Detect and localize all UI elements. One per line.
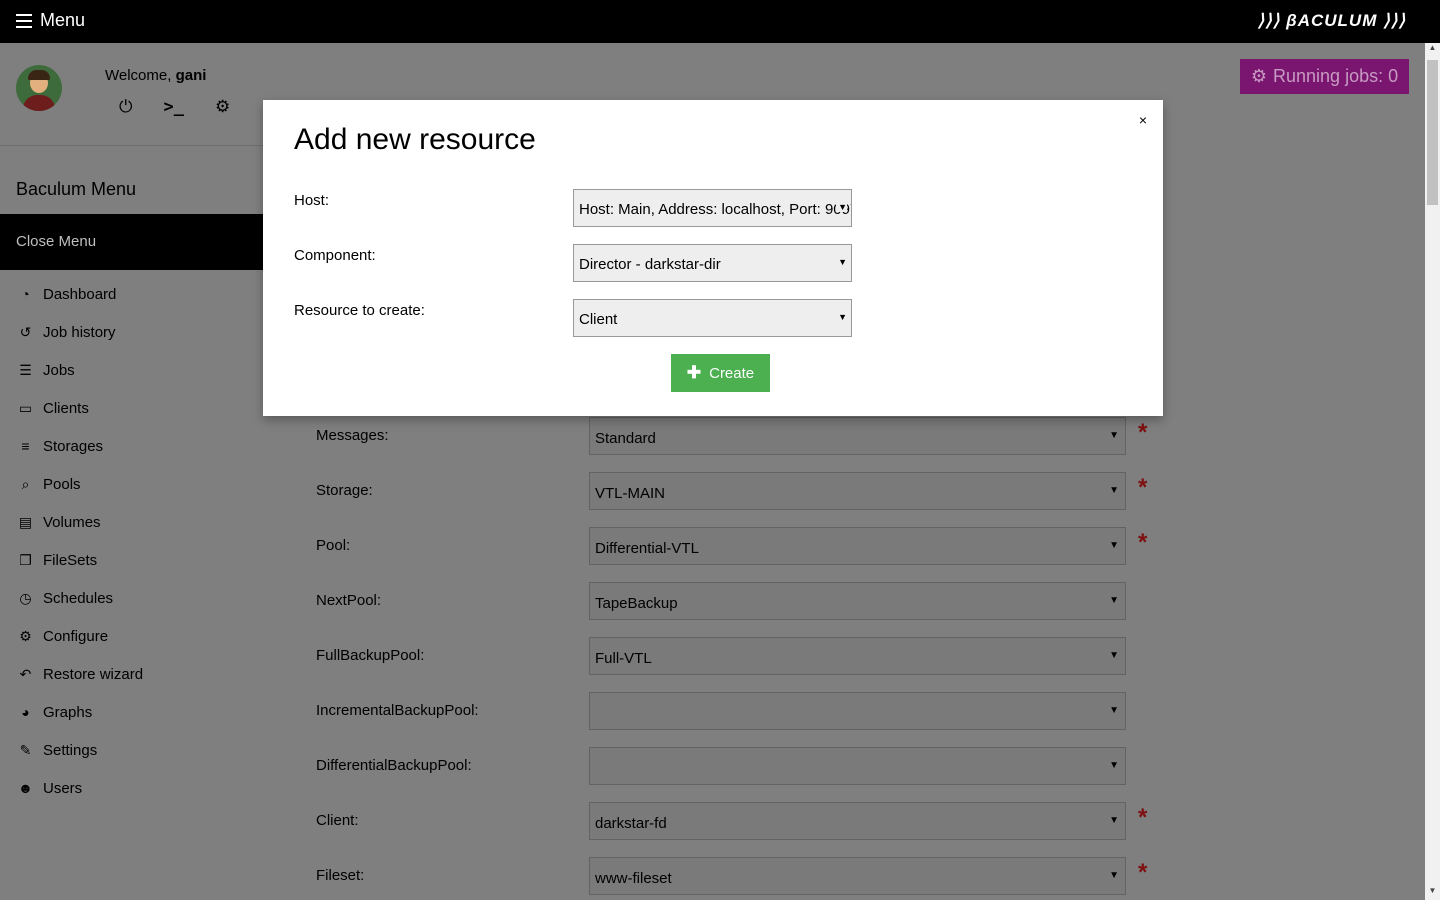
- close-menu-button[interactable]: Close Menu: [0, 214, 300, 270]
- database-icon: ≡: [21, 438, 30, 454]
- user-box: Welcome, gani ⏻ >_ ⚙: [0, 43, 300, 146]
- scroll-thumb[interactable]: [1427, 60, 1438, 205]
- chevron-down-icon: ▼: [1109, 760, 1119, 771]
- list-icon: ☰: [19, 361, 32, 378]
- sidebar-item-restore-wizard[interactable]: ↶ Restore wizard: [0, 655, 300, 693]
- form-row-nextpool: NextPool: TapeBackup ▼: [316, 582, 1156, 622]
- modal-title: Add new resource: [294, 123, 536, 156]
- host-select[interactable]: Host: Main, Address: localhost, Port: 90…: [573, 189, 852, 227]
- storage-select[interactable]: VTL-MAIN ▼: [589, 472, 1126, 510]
- form-row-client: Client: darkstar-fd ▼ *: [316, 802, 1156, 842]
- differentialbackuppool-select[interactable]: ▼: [589, 747, 1126, 785]
- chevron-down-icon: ▼: [1109, 815, 1119, 826]
- required-icon: *: [1138, 474, 1148, 501]
- incrementalbackuppool-select[interactable]: ▼: [589, 692, 1126, 730]
- chevron-down-icon: ▼: [1109, 430, 1119, 441]
- form-row-incrementalbackuppool: IncrementalBackupPool: ▼: [316, 692, 1156, 732]
- chevron-down-icon: ▼: [1109, 705, 1119, 716]
- required-icon: *: [1138, 419, 1148, 446]
- gear-icon[interactable]: ⚙: [215, 97, 230, 117]
- sidebar-item-schedules[interactable]: ◷ Schedules: [0, 579, 300, 617]
- sidebar-item-clients[interactable]: ▭ Clients: [0, 389, 300, 427]
- pool-select[interactable]: Differential-VTL ▼: [589, 527, 1126, 565]
- component-row: Component: Director - darkstar-dir ▼: [294, 244, 854, 284]
- create-button[interactable]: ✚ Create: [671, 354, 770, 392]
- sidebar-item-dashboard[interactable]: ◔ Dashboard: [0, 275, 300, 313]
- resource-select[interactable]: Client ▼: [573, 299, 852, 337]
- sidebar-item-pools[interactable]: ⌕ Pools: [0, 465, 300, 503]
- sidebar: Welcome, gani ⏻ >_ ⚙ Baculum Menu Close …: [0, 43, 300, 900]
- pool-icon: ⌕: [21, 475, 30, 492]
- resource-row: Resource to create: Client ▼: [294, 299, 854, 339]
- required-icon: *: [1138, 804, 1148, 831]
- baculum-logo[interactable]: ⟩⟩⟩ βACULUM ⟩⟩⟩: [1258, 11, 1406, 31]
- copy-icon: ❐: [19, 551, 32, 568]
- welcome-text: Welcome, gani: [105, 67, 207, 84]
- sidebar-item-storages[interactable]: ≡ Storages: [0, 427, 300, 465]
- history-icon: ↺: [19, 323, 32, 340]
- top-bar: Menu ⟩⟩⟩ βACULUM ⟩⟩⟩: [0, 0, 1440, 43]
- fullbackuppool-select[interactable]: Full-VTL ▼: [589, 637, 1126, 675]
- sidebar-item-volumes[interactable]: ▤ Volumes: [0, 503, 300, 541]
- form-row-fileset: Fileset: www-fileset ▼ *: [316, 857, 1156, 897]
- hdd-icon: ▤: [18, 513, 33, 530]
- clock-icon: ◷: [19, 589, 32, 606]
- cog-icon: ⚙: [19, 627, 32, 644]
- sidebar-item-configure[interactable]: ⚙ Configure: [0, 617, 300, 655]
- client-select[interactable]: darkstar-fd ▼: [589, 802, 1126, 840]
- chevron-down-icon: ▼: [836, 257, 847, 267]
- undo-icon: ↶: [19, 665, 32, 682]
- close-icon[interactable]: ×: [1139, 112, 1147, 128]
- form-row-storage: Storage: VTL-MAIN ▼ *: [316, 472, 1156, 512]
- scroll-down-icon[interactable]: ▼: [1425, 886, 1440, 900]
- chevron-down-icon: ▼: [1109, 540, 1119, 551]
- menu-toggle-button[interactable]: Menu: [16, 10, 85, 31]
- form-row-differentialbackuppool: DifferentialBackupPool: ▼: [316, 747, 1156, 787]
- sidebar-item-jobs[interactable]: ☰ Jobs: [0, 351, 300, 389]
- add-resource-modal: Add new resource × Host: Host: Main, Add…: [263, 100, 1163, 416]
- users-icon: ☻: [18, 780, 33, 796]
- required-icon: *: [1138, 529, 1148, 556]
- dashboard-icon: ◔: [21, 286, 30, 302]
- terminal-icon[interactable]: >_: [163, 97, 183, 117]
- menu-label: Menu: [40, 10, 86, 30]
- component-select[interactable]: Director - darkstar-dir ▼: [573, 244, 852, 282]
- pie-chart-icon: ◕: [21, 704, 30, 720]
- desktop-icon: ▭: [18, 399, 33, 416]
- form-row-pool: Pool: Differential-VTL ▼ *: [316, 527, 1156, 567]
- username: gani: [175, 67, 207, 84]
- plus-icon: ✚: [686, 363, 702, 382]
- chevron-down-icon: ▼: [836, 202, 847, 212]
- required-icon: *: [1138, 859, 1148, 886]
- host-row: Host: Host: Main, Address: localhost, Po…: [294, 189, 854, 229]
- sidebar-nav: ◔ Dashboard ↺ Job history ☰ Jobs ▭ Clients ≡…: [0, 275, 300, 807]
- nextpool-select[interactable]: TapeBackup ▼: [589, 582, 1126, 620]
- sidebar-title: Baculum Menu: [16, 179, 137, 199]
- sidebar-item-users[interactable]: ☻ Users: [0, 769, 300, 807]
- running-jobs-button[interactable]: ⚙ Running jobs: 0: [1240, 59, 1409, 94]
- sidebar-item-graphs[interactable]: ◕ Graphs: [0, 693, 300, 731]
- chevron-down-icon: ▼: [1109, 485, 1119, 496]
- power-icon[interactable]: ⏻: [119, 97, 132, 117]
- chevron-down-icon: ▼: [836, 312, 847, 322]
- gears-icon: ⚙: [1250, 66, 1268, 86]
- fileset-select[interactable]: www-fileset ▼: [589, 857, 1126, 895]
- chevron-down-icon: ▼: [1109, 650, 1119, 661]
- wrench-icon: ✎: [19, 741, 32, 758]
- chevron-down-icon: ▼: [1109, 870, 1119, 881]
- sidebar-item-job-history[interactable]: ↺ Job history: [0, 313, 300, 351]
- sidebar-item-settings[interactable]: ✎ Settings: [0, 731, 300, 769]
- form-row-fullbackuppool: FullBackupPool: Full-VTL ▼: [316, 637, 1156, 677]
- scroll-up-icon[interactable]: ▲: [1425, 43, 1440, 57]
- messages-select[interactable]: Standard ▼: [589, 417, 1126, 455]
- avatar: [16, 65, 62, 111]
- sidebar-item-filesets[interactable]: ❐ FileSets: [0, 541, 300, 579]
- chevron-down-icon: ▼: [1109, 595, 1119, 606]
- hamburger-icon: [16, 13, 32, 28]
- form-row-messages: Messages: Standard ▼ *: [316, 417, 1156, 457]
